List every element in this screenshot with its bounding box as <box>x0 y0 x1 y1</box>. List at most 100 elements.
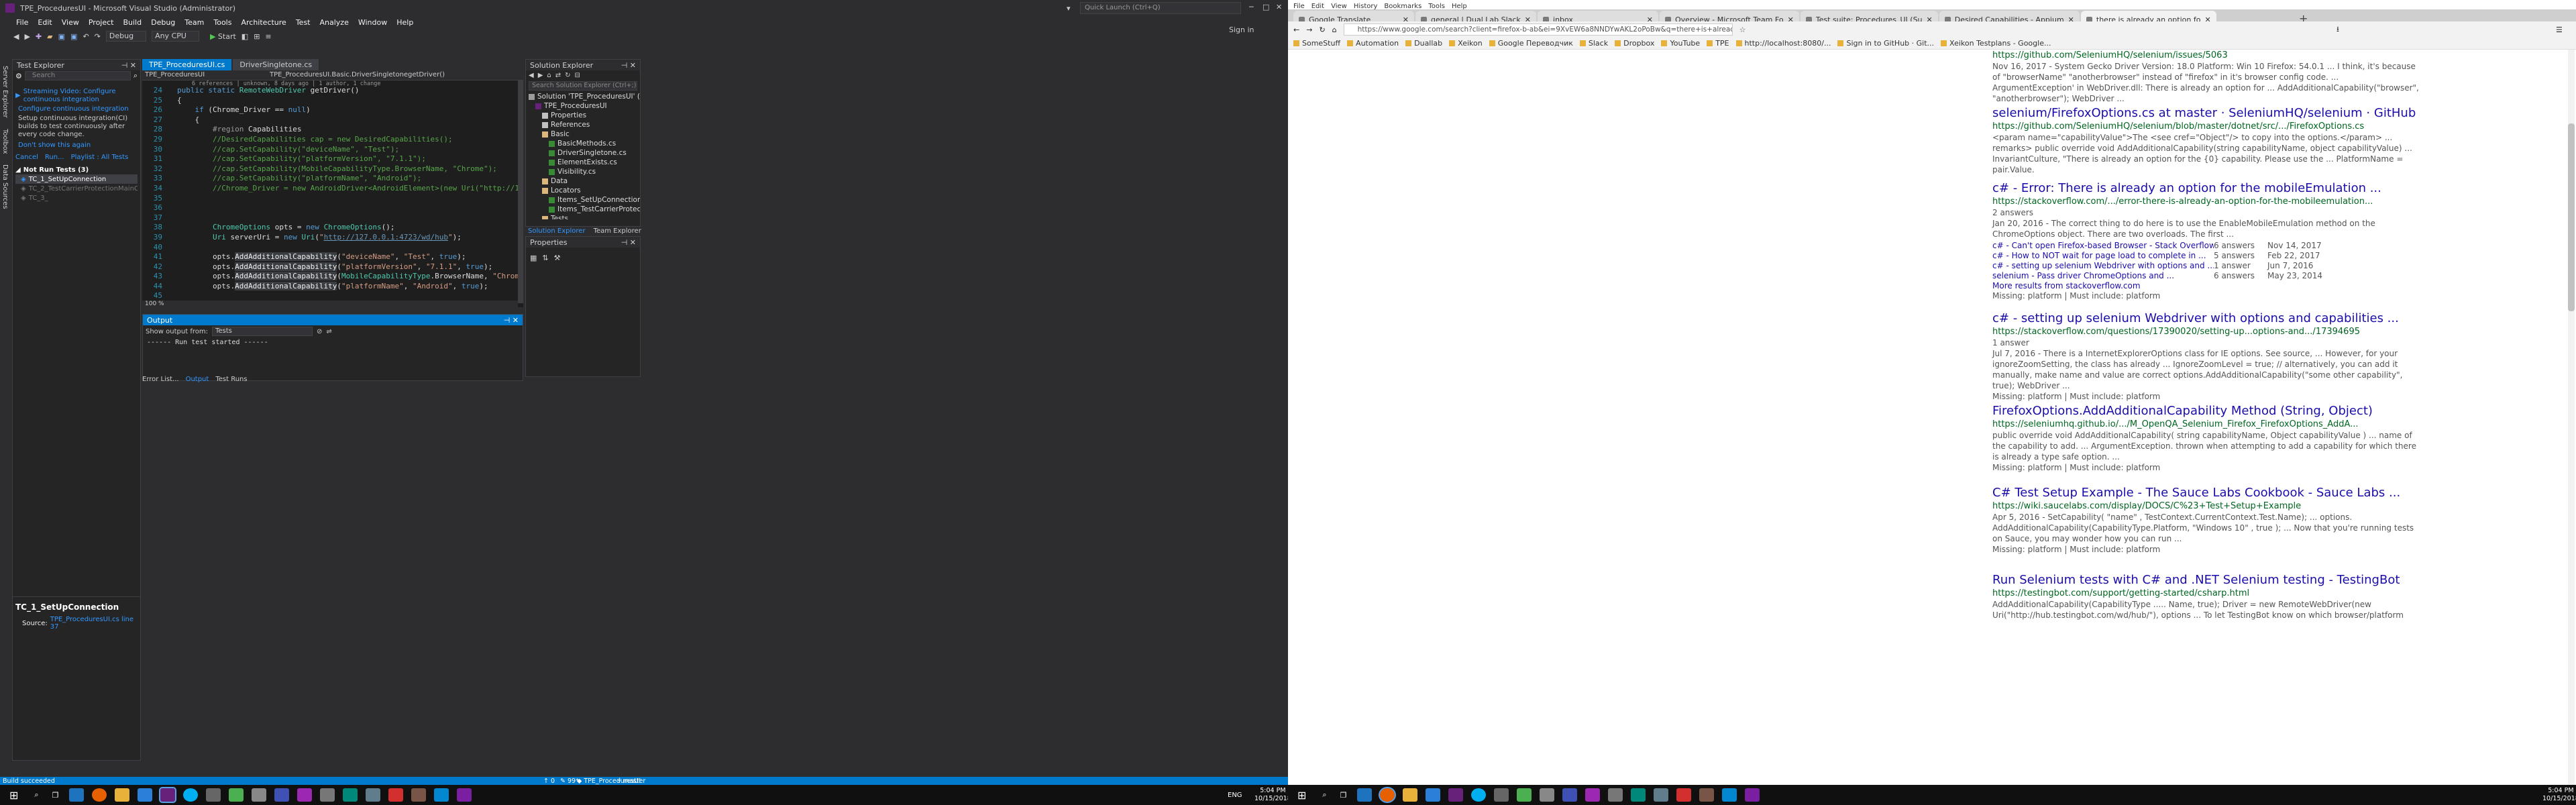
project-dropdown[interactable]: TPE_ProceduresUI <box>145 71 266 78</box>
code-line[interactable]: 42 opts.AddAdditionalCapability("platfor… <box>142 262 518 272</box>
app-icon[interactable] <box>1745 788 1760 802</box>
editor-tab[interactable]: DriverSingletone.cs <box>233 58 319 70</box>
tree-item[interactable]: Properties <box>529 111 640 120</box>
menu-item[interactable]: Debug <box>151 18 175 27</box>
clock[interactable]: 5:04 PM 10/15/2018 <box>2542 787 2576 803</box>
tree-item[interactable]: Solution 'TPE_ProceduresUI' (1 project) <box>529 92 640 101</box>
platform-dropdown[interactable]: Any CPU <box>152 31 199 42</box>
banner-title[interactable]: Streaming Video: Configure continuous in… <box>23 88 138 104</box>
app-icon[interactable] <box>1540 788 1555 802</box>
alphabetical-icon[interactable]: ⇅ <box>542 254 548 262</box>
app-icon[interactable] <box>206 788 221 802</box>
filter-icon[interactable]: ▾ <box>1067 4 1071 13</box>
menu-item[interactable]: File <box>16 18 28 27</box>
code-view[interactable]: 24 public static RemoteWebDriver getDrive… <box>142 86 518 303</box>
menu-item[interactable]: Architecture <box>241 18 286 27</box>
app-icon[interactable] <box>1631 788 1646 802</box>
app-icon[interactable] <box>297 788 313 802</box>
menu-item[interactable]: Tools <box>213 18 231 27</box>
forward-icon[interactable]: ▶ <box>538 72 543 79</box>
app-icon[interactable] <box>343 788 358 802</box>
error-list-tab[interactable]: Error List... <box>142 376 179 383</box>
app-icon[interactable] <box>1722 788 1737 802</box>
tree-item[interactable]: BasicMethods.cs <box>529 139 640 148</box>
config-dropdown[interactable]: Debug <box>105 31 147 42</box>
back-icon[interactable]: ◀ <box>529 72 534 79</box>
scroll-thumb[interactable] <box>2568 123 2575 311</box>
code-line[interactable]: 28 #region Capabilities <box>142 125 518 135</box>
code-line[interactable]: 35 <box>142 194 518 204</box>
result-url[interactable]: https://github.com/SeleniumHQ/selenium/b… <box>1992 121 2422 132</box>
bookmark-item[interactable]: SomeStuff <box>1293 39 1340 48</box>
class-dropdown[interactable]: TPE_ProceduresUI.Basic.DriverSingletone <box>270 71 408 78</box>
visual-studio-icon[interactable] <box>1448 788 1464 802</box>
wrap-icon[interactable]: ⇌ <box>326 328 331 335</box>
browser-menu-item[interactable]: File <box>1293 3 1305 10</box>
result-url[interactable]: https://stackoverflow.com/questions/1739… <box>1992 326 2422 337</box>
code-line[interactable]: 41 opts.AddAdditionalCapability("deviceN… <box>142 252 518 262</box>
app-icon[interactable] <box>1676 788 1692 802</box>
bookmark-item[interactable]: Slack <box>1579 39 1608 48</box>
code-line[interactable]: 45 <box>142 291 518 301</box>
bookmark-item[interactable]: Automation <box>1347 39 1399 48</box>
browser-menu-item[interactable]: History <box>1354 3 1378 10</box>
tree-item[interactable]: Tests <box>529 214 640 219</box>
page-scrollbar[interactable] <box>2568 50 2575 785</box>
reload-icon[interactable]: ↻ <box>1319 25 1325 34</box>
zoom-level[interactable]: 100 % <box>145 301 164 307</box>
redo-icon[interactable]: ↷ <box>95 32 101 41</box>
code-line[interactable]: 43 opts.AddAdditionalCapability(MobileCa… <box>142 272 518 282</box>
quick-launch-input[interactable]: Quick Launch (Ctrl+Q) <box>1080 2 1241 14</box>
tree-item[interactable]: TPE_ProceduresUI <box>529 101 640 111</box>
toolbar-icon[interactable]: ≡ <box>265 32 271 41</box>
editor-tab[interactable]: TPE_ProceduresUI.cs <box>142 58 232 70</box>
firefox-icon[interactable] <box>92 788 107 802</box>
toolbar-icon[interactable]: ⊞ <box>254 32 260 41</box>
home-icon[interactable]: ⌂ <box>547 72 551 79</box>
maximize-button[interactable]: □ <box>1263 3 1269 11</box>
code-line[interactable]: 24 public static RemoteWebDriver getDrive… <box>142 86 518 96</box>
app-icon[interactable] <box>1608 788 1623 802</box>
related-link[interactable]: selenium - Pass driver ChromeOptions and… <box>1992 271 2214 281</box>
errors-count[interactable]: 0 <box>551 777 555 785</box>
task-view-icon[interactable]: ❐ <box>1340 791 1347 800</box>
pin-icon[interactable]: ⊣ ✕ <box>621 238 640 247</box>
skype-icon[interactable] <box>183 788 199 802</box>
sync-icon[interactable]: ⇄ <box>555 72 561 79</box>
browser-menu-item[interactable]: Help <box>1452 3 1467 10</box>
vscode-icon[interactable] <box>1426 788 1441 802</box>
menu-item[interactable]: View <box>62 18 79 27</box>
app-icon[interactable] <box>388 788 404 802</box>
team-explorer-tab[interactable]: Team Explorer <box>594 227 641 235</box>
test-item[interactable]: ◈ TC_3_ <box>15 193 138 203</box>
output-source-dropdown[interactable]: Tests <box>211 327 313 336</box>
app-icon[interactable] <box>1517 788 1532 802</box>
app-icon[interactable] <box>252 788 267 802</box>
result-title[interactable]: C# Test Setup Example - The Sauce Labs C… <box>1992 486 2422 500</box>
solution-explorer-tab[interactable]: Solution Explorer <box>528 227 586 235</box>
code-line[interactable]: 34 //Chrome_Driver = new AndroidDriver<A… <box>142 184 518 194</box>
side-tab[interactable]: Toolbox <box>0 123 10 160</box>
bookmark-star-icon[interactable]: ☆ <box>1739 25 1746 34</box>
code-line[interactable]: 26 if (Chrome_Driver == null) <box>142 105 518 115</box>
branch-name[interactable]: master <box>623 777 646 785</box>
result-url[interactable]: https://stackoverflow.com/.../error-ther… <box>1992 196 2422 207</box>
code-line[interactable]: 39 Uri serverUri = new Uri("http://127.0… <box>142 233 518 243</box>
firefox-icon[interactable] <box>1379 787 1397 803</box>
menu-item[interactable]: Test <box>296 18 311 27</box>
app-icon[interactable] <box>366 788 381 802</box>
run-link[interactable]: Run... <box>45 154 64 161</box>
menu-item[interactable]: Analyze <box>320 18 349 27</box>
search-icon[interactable]: ⌕ <box>34 790 38 800</box>
wrench-icon[interactable]: ⚒ <box>554 254 561 262</box>
side-tab[interactable]: Server Explorer <box>0 60 10 123</box>
bookmark-item[interactable]: YouTube <box>1661 39 1700 48</box>
tree-item[interactable]: Items_TestCarrierProtectionMainChargeVol… <box>529 205 640 214</box>
result-title[interactable]: c# - setting up selenium Webdriver with … <box>1992 311 2422 326</box>
menu-item[interactable]: Window <box>358 18 387 27</box>
tree-item[interactable]: ElementExists.cs <box>529 158 640 167</box>
related-link[interactable]: c# - setting up selenium Webdriver with … <box>1992 261 2214 271</box>
side-tab[interactable]: Data Sources <box>0 159 10 215</box>
bookmark-item[interactable]: Xeikon <box>1449 39 1483 48</box>
address-bar[interactable]: https://www.google.com/search?client=fir… <box>1343 23 1733 36</box>
